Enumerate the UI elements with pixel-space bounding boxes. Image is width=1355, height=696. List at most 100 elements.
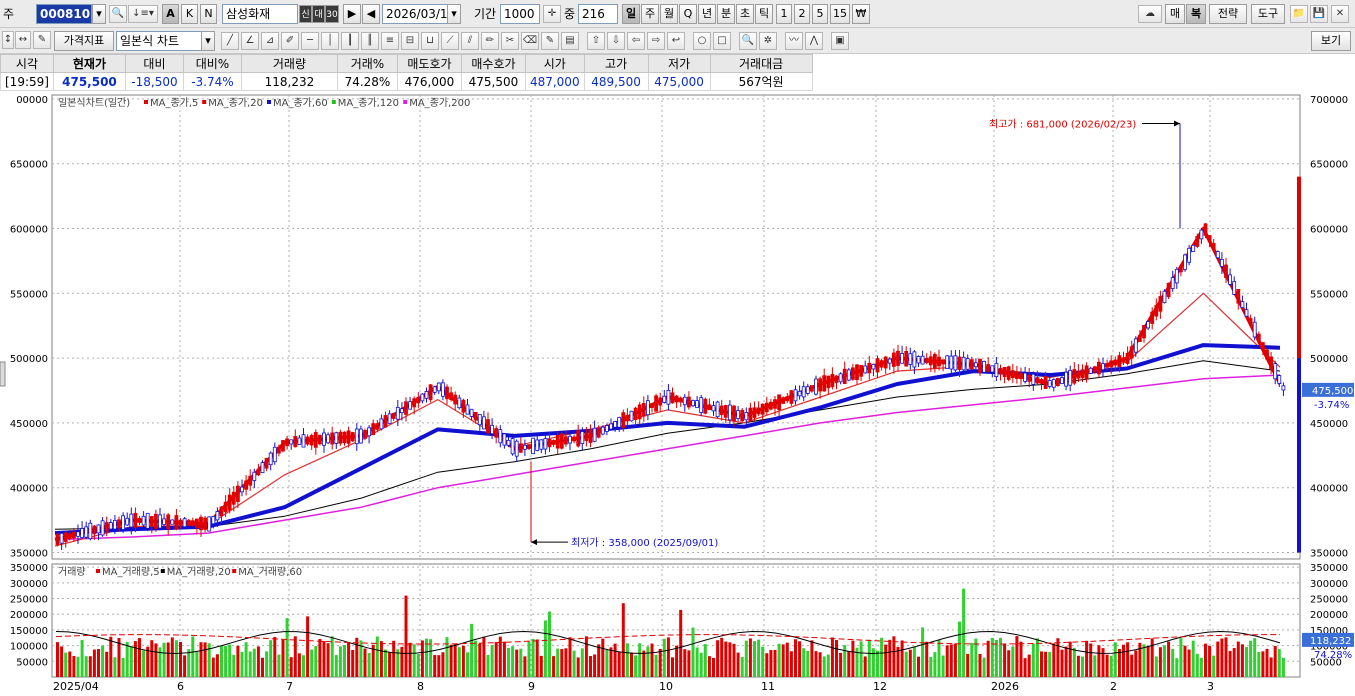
chart-type-select[interactable]: 일본식 차트: [116, 31, 202, 51]
date-picker-button[interactable]: ▾: [447, 4, 461, 24]
scissors-icon[interactable]: ✂: [501, 32, 519, 50]
k-button[interactable]: K: [181, 4, 198, 24]
date-field[interactable]: 2026/03/19: [382, 4, 448, 24]
volume-bar: [1060, 649, 1064, 677]
strategy-button[interactable]: 전략: [1209, 4, 1247, 24]
quote-header-price: 현재가: [52, 54, 126, 73]
chart-type-dropdown-button[interactable]: ▾: [201, 31, 215, 51]
box-list-icon[interactable]: ⊟: [401, 32, 419, 50]
volume-bar: [343, 645, 346, 677]
candle-body: [227, 494, 232, 511]
left-arrow-icon[interactable]: ⇦: [627, 32, 645, 50]
candle-body: [1191, 244, 1196, 252]
timeframe-1-button[interactable]: 1: [776, 4, 792, 24]
volume-bar: [1076, 655, 1080, 677]
circle-icon[interactable]: ○: [693, 32, 711, 50]
up-arrow-icon[interactable]: ⇧: [587, 32, 605, 50]
angle-icon[interactable]: ∠: [241, 32, 259, 50]
timeframe-second-button[interactable]: 초: [736, 4, 754, 24]
double-line-icon[interactable]: ║: [361, 32, 379, 50]
ray-icon[interactable]: ⟋: [441, 32, 459, 50]
peak-icon[interactable]: ⋀: [805, 32, 823, 50]
prev-button[interactable]: ◀: [362, 4, 380, 24]
close-icon[interactable]: ✕: [1331, 5, 1349, 23]
bold-line-icon[interactable]: ┃: [341, 32, 359, 50]
right-arrow-icon[interactable]: ⇨: [647, 32, 665, 50]
grid-icon[interactable]: ▤: [561, 32, 579, 50]
fibonacci-icon[interactable]: ≡: [381, 32, 399, 50]
period-input[interactable]: 1000: [500, 4, 540, 24]
timeframe-5-button[interactable]: 5: [812, 4, 828, 24]
trendline-icon[interactable]: ╱: [221, 32, 239, 50]
volume-bar: [158, 647, 162, 677]
mini-button-1[interactable]: 신: [299, 5, 312, 23]
view-button[interactable]: 보기: [1311, 31, 1351, 51]
candle-body: [1215, 251, 1220, 259]
stock-name-field[interactable]: 삼성화재: [222, 4, 298, 24]
volume-bar: [433, 655, 437, 677]
candle-body: [580, 431, 585, 445]
timeframe-month-button[interactable]: 월: [660, 4, 678, 24]
timeframe-quarter-button[interactable]: Q: [679, 4, 697, 24]
note-icon[interactable]: ✎: [541, 32, 559, 50]
zoom-icon[interactable]: 🔍: [739, 32, 757, 50]
price-indicator-button[interactable]: 가격지표: [54, 31, 114, 51]
compound-button[interactable]: 복: [1186, 4, 1206, 24]
pencil-icon[interactable]: ✏: [481, 32, 499, 50]
sort-icon[interactable]: ↓≡▾: [128, 5, 158, 23]
count-input[interactable]: 216: [578, 4, 618, 24]
timeframe-week-button[interactable]: 주: [641, 4, 659, 24]
volume-axis-label-left: 150000: [10, 626, 48, 637]
n-button[interactable]: N: [200, 4, 217, 24]
currency-button[interactable]: ₩: [852, 4, 870, 24]
volume-bar: [441, 652, 445, 677]
candle-body: [584, 432, 589, 441]
undo-icon[interactable]: ↩: [667, 32, 685, 50]
mini-button-2[interactable]: 대: [312, 5, 325, 23]
timeframe-15-button[interactable]: 15: [830, 4, 850, 24]
edit-icon[interactable]: ✎: [33, 31, 51, 49]
frame-icon[interactable]: ▣: [831, 32, 849, 50]
rectangle-icon[interactable]: □: [713, 32, 731, 50]
volume-bar: [925, 641, 929, 677]
pen-icon[interactable]: ✐: [281, 32, 299, 50]
next-button[interactable]: ▶: [343, 4, 361, 24]
parallel-icon[interactable]: ⫽: [461, 32, 479, 50]
star-icon[interactable]: ✲: [759, 32, 777, 50]
timeframe-minute-button[interactable]: 분: [717, 4, 735, 24]
wave-icon[interactable]: 〰: [785, 32, 803, 50]
timeframe-tick-button[interactable]: 틱: [755, 4, 773, 24]
search-icon[interactable]: 🔍: [109, 5, 127, 23]
timeframe-day-button[interactable]: 일: [622, 4, 640, 24]
volume-bar: [1117, 648, 1121, 677]
eraser-icon[interactable]: ⌫: [521, 32, 539, 50]
mini-button-3[interactable]: 30: [325, 5, 339, 23]
candle-body: [317, 434, 322, 445]
vertical-line-icon[interactable]: │: [321, 32, 339, 50]
vertical-arrows-icon[interactable]: ↕: [2, 31, 14, 49]
volume-bar: [580, 648, 584, 677]
chart-area[interactable]: 2025/04 6 7 8 9 10 11 12 2026 2 3 350000 350000 40000…: [0, 92, 1355, 696]
down-arrow-icon[interactable]: ⇩: [607, 32, 625, 50]
crosshair-icon[interactable]: ✛: [543, 5, 561, 23]
volume-bar: [1089, 643, 1093, 677]
volume-bar: [724, 641, 728, 677]
triangle-icon[interactable]: ⊿: [261, 32, 279, 50]
volume-bar: [277, 654, 281, 677]
tools-button[interactable]: 도구: [1251, 4, 1285, 24]
stock-chart-svg[interactable]: 2025/04 6 7 8 9 10 11 12 2026 2 3 350000 350000 40000…: [0, 92, 1355, 696]
stock-code-input[interactable]: 000810: [36, 4, 92, 24]
horizontal-arrows-icon[interactable]: ↔: [15, 31, 31, 49]
timeframe-2-button[interactable]: 2: [794, 4, 810, 24]
save-icon[interactable]: 💾: [1310, 5, 1328, 23]
candle-body: [1015, 371, 1019, 379]
horizontal-line-icon[interactable]: ─: [301, 32, 319, 50]
folder-icon[interactable]: 📁: [1290, 5, 1308, 23]
timeframe-year-button[interactable]: 년: [698, 4, 716, 24]
sell-button[interactable]: 매: [1165, 4, 1185, 24]
channel-icon[interactable]: ⊔: [421, 32, 439, 50]
a-button[interactable]: A: [162, 4, 179, 24]
candle-body: [711, 405, 716, 412]
stock-code-dropdown-button[interactable]: ▾: [92, 4, 106, 24]
cloud-icon[interactable]: ☁: [1138, 5, 1162, 23]
